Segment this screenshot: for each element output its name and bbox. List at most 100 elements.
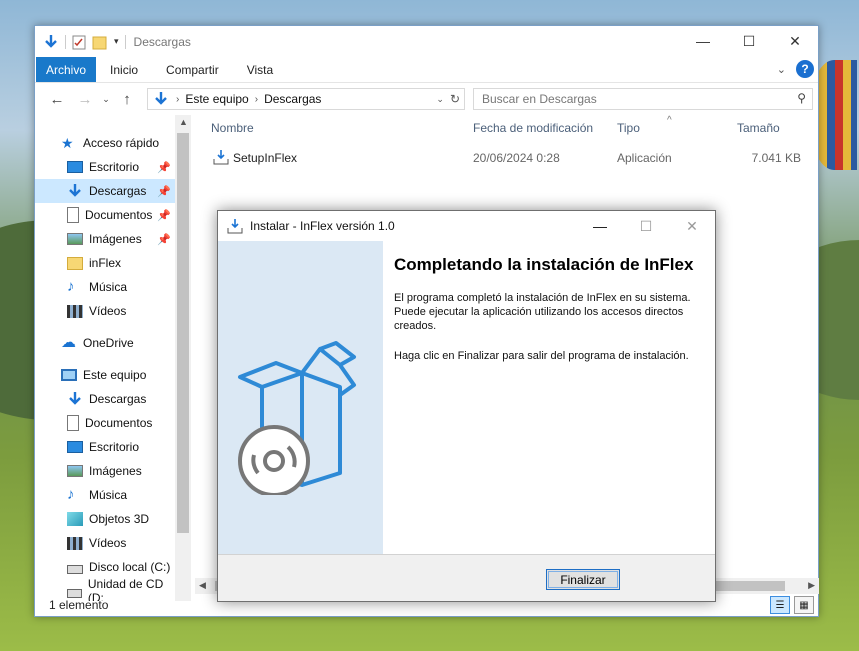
file-modified: 20/06/2024 0:28 <box>473 151 560 165</box>
tab-compartir[interactable]: Compartir <box>152 57 233 82</box>
nav-imagenes[interactable]: Imágenes 📌 <box>35 227 175 251</box>
nav-documentos[interactable]: Documentos 📌 <box>35 203 175 227</box>
completion-message: El programa completó la instalación de I… <box>394 292 691 332</box>
download-arrow-icon[interactable] <box>43 34 59 50</box>
nav-pc-escritorio[interactable]: Escritorio <box>35 435 175 459</box>
title-bar: ▾ Descargas — ☐ ✕ <box>35 26 818 57</box>
properties-icon[interactable] <box>72 34 86 50</box>
nav-este-equipo[interactable]: Este equipo <box>35 363 175 387</box>
breadcrumb-descargas[interactable]: Descargas <box>258 92 327 106</box>
customize-toolbar-icon[interactable]: ▾ <box>114 36 119 47</box>
details-view-icon[interactable]: ☰ <box>770 596 790 614</box>
dialog-minimize-button[interactable]: — <box>577 211 623 241</box>
column-header-type[interactable]: Tipo <box>617 121 640 135</box>
quick-access-toolbar: ▾ <box>35 34 126 50</box>
dialog-close-button[interactable]: ✕ <box>669 211 715 241</box>
item-count: 1 elemento <box>49 598 109 612</box>
window-title: Descargas <box>133 34 191 49</box>
nav-pane-scrollbar[interactable]: ▲ <box>175 115 191 601</box>
sort-indicator-icon: ^ <box>667 115 672 126</box>
tab-archivo[interactable]: Archivo <box>36 57 97 82</box>
nav-pc-descargas[interactable]: Descargas <box>35 387 175 411</box>
nav-pc-disco-local[interactable]: Disco local (C:) <box>35 555 175 579</box>
completion-heading: Completando la instalación de InFlex <box>394 255 694 274</box>
dialog-side-panel <box>218 241 383 554</box>
search-placeholder: Buscar en Descargas <box>482 92 597 106</box>
nav-descargas[interactable]: Descargas 📌 <box>35 179 175 203</box>
pin-icon[interactable]: 📌 <box>157 161 171 174</box>
breadcrumb-este-equipo[interactable]: Este equipo <box>179 92 254 106</box>
nav-musica[interactable]: ♪ Música <box>35 275 175 299</box>
desktop-icon <box>67 441 83 453</box>
nav-onedrive[interactable]: ☁ OneDrive <box>35 331 175 355</box>
nav-pc-musica[interactable]: ♪ Música <box>35 483 175 507</box>
nav-escritorio[interactable]: Escritorio 📌 <box>35 155 175 179</box>
address-row: ← → ⌄ ↑ › Este equipo › Descargas ⌄ ↻ Bu… <box>35 83 818 115</box>
scroll-up-icon[interactable]: ▲ <box>179 117 188 127</box>
tab-vista[interactable]: Vista <box>233 57 287 82</box>
column-header-modified[interactable]: Fecha de modificación <box>473 121 593 135</box>
new-folder-icon[interactable] <box>92 34 108 50</box>
column-header-name[interactable]: Nombre <box>211 121 254 135</box>
search-input[interactable]: Buscar en Descargas ⚲ <box>473 88 813 110</box>
cube-3d-icon <box>67 512 83 526</box>
file-size: 7.041 KB <box>751 151 801 165</box>
file-list: Nombre Fecha de modificación Tipo Tamaño… <box>199 115 819 171</box>
expand-ribbon-icon[interactable]: ⌄ <box>777 63 786 76</box>
help-icon[interactable]: ? <box>796 60 814 78</box>
forward-button[interactable]: → <box>71 91 99 108</box>
folder-icon <box>67 256 83 270</box>
refresh-icon[interactable]: ↻ <box>450 92 460 106</box>
toolbar-separator <box>124 34 126 49</box>
music-icon: ♪ <box>67 486 75 503</box>
nav-pc-videos[interactable]: Vídeos <box>35 531 175 555</box>
maximize-button[interactable]: ☐ <box>726 26 772 56</box>
dialog-title-bar: Instalar - InFlex versión 1.0 — ☐ ✕ <box>218 211 715 241</box>
close-button[interactable]: ✕ <box>772 26 818 56</box>
star-icon: ★ <box>61 135 74 151</box>
desktop-icon <box>67 161 83 173</box>
nav-pc-documentos[interactable]: Documentos <box>35 411 175 435</box>
nav-pc-imagenes[interactable]: Imágenes <box>35 459 175 483</box>
recent-locations-icon[interactable]: ⌄ <box>99 94 113 105</box>
music-icon: ♪ <box>67 278 75 295</box>
address-dropdown-icon[interactable]: ⌄ <box>436 94 444 105</box>
up-button[interactable]: ↑ <box>113 91 141 108</box>
scrollbar-thumb[interactable] <box>177 133 189 533</box>
dialog-footer: Finalizar <box>218 554 715 601</box>
downloads-location-icon <box>155 92 167 105</box>
tab-inicio[interactable]: Inicio <box>96 57 152 82</box>
cloud-icon: ☁ <box>61 334 76 351</box>
pin-icon[interactable]: 📌 <box>157 233 171 246</box>
pin-icon[interactable]: 📌 <box>157 185 171 198</box>
computer-icon <box>61 369 77 381</box>
scroll-right-icon[interactable]: ▶ <box>808 580 815 591</box>
navigation-pane: ★ Acceso rápido Escritorio 📌 Descargas 📌 D… <box>35 115 175 601</box>
installer-file-icon <box>213 150 229 165</box>
search-icon[interactable]: ⚲ <box>797 91 806 105</box>
finish-button[interactable]: Finalizar <box>546 569 620 590</box>
back-button[interactable]: ← <box>43 91 71 108</box>
videos-icon <box>67 304 83 318</box>
minimize-button[interactable]: — <box>680 26 726 56</box>
dialog-title: Instalar - InFlex versión 1.0 <box>250 219 395 233</box>
dialog-maximize-button[interactable]: ☐ <box>623 211 669 241</box>
column-header-size[interactable]: Tamaño <box>737 121 780 135</box>
nav-pc-objetos-3d[interactable]: Objetos 3D <box>35 507 175 531</box>
software-box-icon <box>238 341 356 495</box>
pin-icon[interactable]: 📌 <box>157 209 171 222</box>
view-buttons: ☰ ▦ <box>770 596 814 614</box>
nav-videos[interactable]: Vídeos <box>35 299 175 323</box>
scroll-left-icon[interactable]: ◀ <box>199 580 206 591</box>
pictures-icon <box>67 233 83 245</box>
large-icons-view-icon[interactable]: ▦ <box>794 596 814 614</box>
documents-icon <box>67 415 79 431</box>
pictures-icon <box>67 465 83 477</box>
download-arrow-icon <box>67 391 83 407</box>
toolbar-separator <box>65 34 66 49</box>
file-row[interactable]: SetupInFlex 20/06/2024 0:28 Aplicación 7… <box>199 145 819 171</box>
nav-quick-access[interactable]: ★ Acceso rápido <box>35 131 175 155</box>
address-bar[interactable]: › Este equipo › Descargas ⌄ ↻ <box>147 88 465 110</box>
documents-icon <box>67 207 79 223</box>
nav-inflex[interactable]: inFlex <box>35 251 175 275</box>
